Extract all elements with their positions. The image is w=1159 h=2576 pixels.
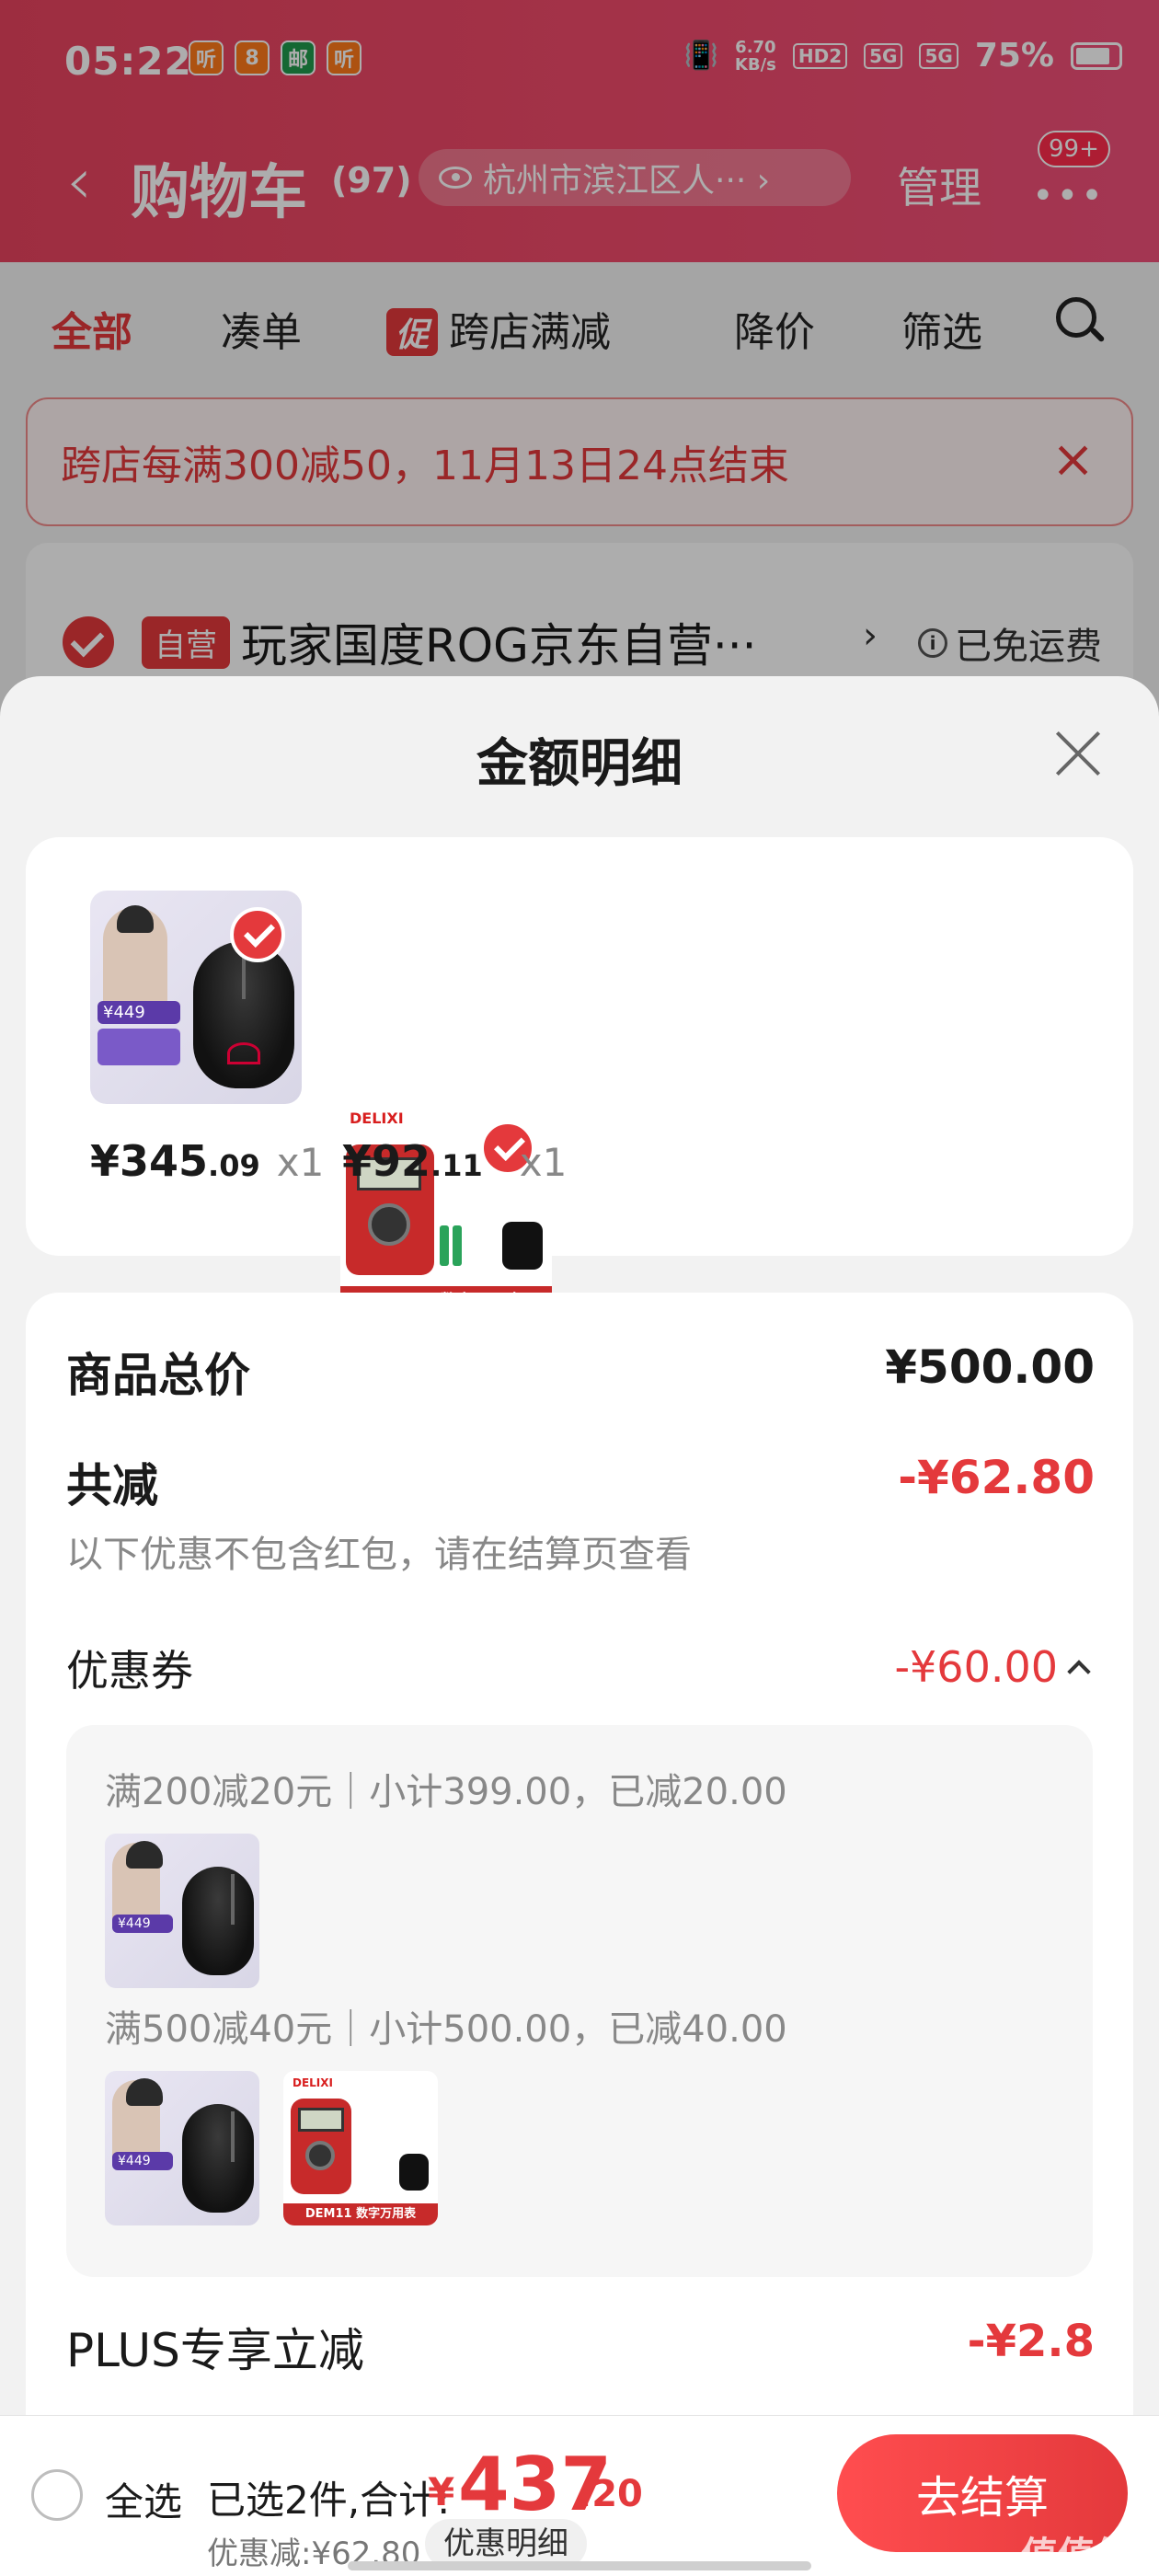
total-amount-dec: .20 — [578, 2473, 643, 2515]
product-price-1: ¥345.09 x1 — [90, 1136, 324, 1186]
mouse-icon — [182, 1867, 254, 1975]
coupon-value: -¥60.00 — [894, 1642, 1058, 1692]
amount-detail-card: 商品总价 ¥500.00 共减 -¥62.80 以下优惠不包含红包，请在结算页查… — [26, 1293, 1133, 2576]
plus-discount-value: -¥2.8 — [967, 2316, 1095, 2367]
selected-check-icon — [230, 907, 285, 962]
chevron-up-icon — [1067, 1660, 1091, 1684]
quantity: x1 — [519, 1140, 568, 1185]
product-thumbnail-mouse[interactable]: ¥449 — [90, 891, 302, 1104]
battery-icon — [440, 1225, 449, 1266]
quantity: x1 — [276, 1140, 325, 1185]
coupon-thumb-multimeter: DELIXI DEM11 数字万用表 — [283, 2071, 438, 2225]
mouse-icon — [182, 2104, 254, 2213]
home-indicator[interactable] — [348, 2561, 811, 2570]
price-dec: .11 — [430, 1148, 483, 1183]
coupon-thumb-mouse-2: ¥449 — [105, 2071, 259, 2225]
reduce-note: 以下优惠不包含红包，请在结算页查看 — [66, 1534, 692, 1576]
thumb-price-panel: ¥449 — [112, 1915, 173, 1933]
thumb-price-panel: ¥449 — [112, 2152, 173, 2170]
price-dec: .09 — [208, 1148, 260, 1183]
rog-logo-icon — [227, 1042, 260, 1064]
watermark-sub: zhizhizhi.com — [1021, 2559, 1108, 2574]
thumb-panel — [98, 1029, 180, 1065]
coupon-detail-box: 满200减20元｜小计399.00，已减20.00 ¥449 满500减40元｜… — [66, 1725, 1093, 2277]
person-image — [112, 2078, 163, 2163]
selected-summary: 已选2件,合计: — [207, 2478, 451, 2523]
plus-discount-label: PLUS专享立减 — [66, 2324, 364, 2377]
close-icon[interactable] — [1049, 724, 1107, 783]
person-image — [112, 1841, 163, 1926]
products-card: ¥449 DELIXI DEM11 数字万用表 ¥345.09x1 ¥92.11… — [26, 837, 1133, 1317]
coupon-thumb-mouse: ¥449 — [105, 1834, 259, 1988]
select-all-label[interactable]: 全选 — [105, 2471, 182, 2527]
price-int: ¥345 — [90, 1136, 209, 1186]
goods-total-label: 商品总价 — [66, 1349, 250, 1402]
case-icon — [502, 1222, 543, 1270]
select-all-checkbox[interactable] — [31, 2469, 83, 2521]
total-currency: ¥ — [428, 2469, 455, 2514]
brand-logo: DELIXI — [293, 2076, 333, 2089]
mouse-icon — [193, 941, 294, 1088]
coupon-rule-2: 满500减40元｜小计500.00，已减40.00 — [105, 2008, 787, 2051]
brand-logo: DELIXI — [350, 1110, 404, 1127]
multimeter-dial — [305, 2141, 335, 2170]
thumb-footer: DEM11 数字万用表 — [283, 2203, 438, 2225]
price-int: ¥92 — [342, 1136, 431, 1186]
thumb-price-panel: ¥449 — [98, 1001, 180, 1024]
multimeter-dial — [368, 1203, 410, 1246]
checkout-bar: 全选 已选2件,合计: ¥ 437 .20 优惠减:¥62.80 优惠明细 去结… — [0, 2415, 1159, 2576]
sheet-title: 金额明细 — [476, 734, 683, 794]
goods-total-value: ¥500.00 — [885, 1340, 1095, 1394]
multimeter-screen — [298, 2108, 344, 2132]
coupon-toggle[interactable]: -¥60.00 — [894, 1642, 1091, 1692]
total-reduce-value: -¥62.80 — [898, 1451, 1095, 1504]
coupon-label: 优惠券 — [66, 1646, 193, 1696]
battery-icon-2 — [453, 1225, 462, 1266]
amount-detail-sheet: 金额明细 ¥449 DELIXI DEM11 数字万用表 ¥345.09 x1 — [0, 676, 1159, 2576]
total-reduce-label: 共减 — [66, 1459, 158, 1512]
product-price-2: ¥92.11 x1 — [342, 1136, 567, 1186]
case-icon — [399, 2154, 429, 2191]
coupon-rule-1: 满200减20元｜小计399.00，已减20.00 — [105, 1771, 787, 1813]
